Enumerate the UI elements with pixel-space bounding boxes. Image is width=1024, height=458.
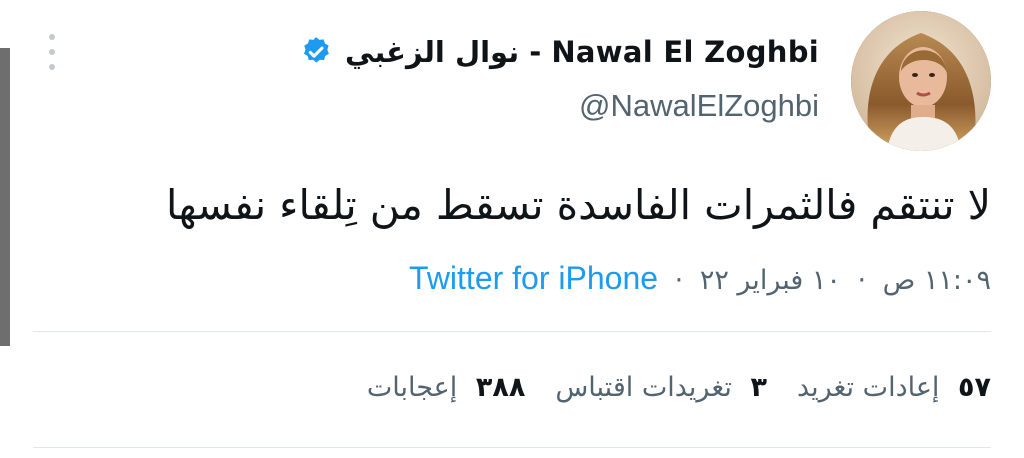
tweet-stats: ٥٧ إعادات تغريد ٣ تغريدات اقتباس ٣٨٨ إعج… <box>367 362 991 414</box>
quote-tweets-count: ٣ <box>750 372 767 403</box>
avatar[interactable] <box>851 11 991 151</box>
tweet-text: لا تنتقم فالثمرات الفاسدة تسقط من تِلقاء… <box>166 181 991 229</box>
meta-separator: · <box>857 265 867 296</box>
divider <box>33 331 991 332</box>
quote-tweets-label: تغريدات اقتباس <box>555 372 732 403</box>
likes-stat[interactable]: ٣٨٨ إعجابات <box>367 362 525 414</box>
display-name: نوال الزغبي - Nawal El Zoghbi <box>344 35 819 69</box>
tweet-date[interactable]: ١٠ فبراير ٢٢ <box>700 265 841 296</box>
likes-count: ٣٨٨ <box>475 372 526 403</box>
tweet-time[interactable]: ١١:٠٩ ص <box>883 265 991 296</box>
dot <box>49 34 55 40</box>
retweets-count: ٥٧ <box>958 372 991 403</box>
tweet-meta: ١١:٠٩ ص · ١٠ فبراير ٢٢ · Twitter for iPh… <box>409 252 991 304</box>
more-options-icon[interactable] <box>44 34 60 70</box>
verified-badge-icon <box>299 35 333 69</box>
author-name-row[interactable]: نوال الزغبي - Nawal El Zoghbi <box>299 28 819 76</box>
tweet-source-link[interactable]: Twitter for iPhone <box>409 260 658 296</box>
dot <box>49 64 55 70</box>
quote-tweets-stat[interactable]: ٣ تغريدات اقتباس <box>555 362 767 414</box>
dot <box>49 49 55 55</box>
divider <box>33 447 991 448</box>
likes-label: إعجابات <box>366 372 458 403</box>
retweets-label: إعادات تغريد <box>796 372 940 403</box>
meta-separator: · <box>674 265 684 296</box>
avatar-image <box>851 11 991 151</box>
retweets-stat[interactable]: ٥٧ إعادات تغريد <box>797 362 991 414</box>
scrollbar-edge <box>0 48 10 346</box>
user-handle[interactable]: @NawalElZoghbi <box>579 84 819 128</box>
